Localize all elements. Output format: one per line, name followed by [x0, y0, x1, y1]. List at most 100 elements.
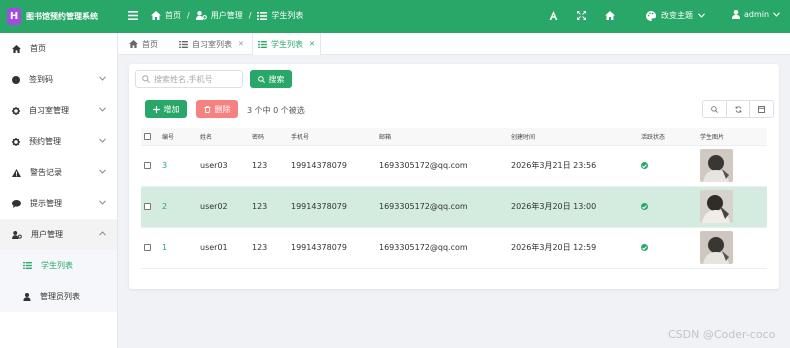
gear-icon	[12, 106, 20, 115]
search-button[interactable]: 搜索	[250, 70, 292, 88]
cell-created: 2026年3月21日 23:56	[508, 145, 638, 187]
theme-switcher[interactable]: 改变主题	[646, 10, 705, 21]
sidebar-item-home[interactable]: 首页	[0, 33, 117, 64]
circle-icon	[12, 75, 20, 84]
sidebar-item-study-room[interactable]: 自习室管理	[0, 95, 117, 126]
cell-active	[638, 145, 697, 187]
refresh-icon[interactable]	[727, 101, 751, 117]
breadcrumb-separator: /	[187, 11, 190, 20]
sidebar-item-notices[interactable]: 提示管理	[0, 188, 117, 219]
table-tools	[702, 100, 774, 118]
cell-password: 123	[249, 227, 288, 269]
column-header-created[interactable]: 创建时间	[508, 128, 638, 146]
cell-created: 2026年3月20日 13:00	[508, 186, 638, 228]
close-icon[interactable]: ✕	[238, 40, 244, 48]
font-size-icon[interactable]	[549, 11, 558, 20]
table-header-row: 编号 姓名 密码 手机号 邮箱 创建时间 活跃状态 学生图片	[141, 128, 767, 146]
search-button-label: 搜索	[268, 74, 285, 84]
breadcrumb-current: 学生列表	[271, 11, 304, 20]
tab-bar: 首页 自习室列表 ✕ 学生列表 ✕	[118, 33, 790, 55]
column-header-phone[interactable]: 手机号	[288, 128, 376, 146]
home-icon[interactable]	[605, 11, 615, 20]
delete-button[interactable]: 删除	[196, 100, 238, 118]
student-photo[interactable]	[700, 231, 733, 264]
table-row[interactable]: 1 user01 123 19914378079 1693305172@qq.c…	[141, 227, 767, 269]
select-all-cell	[141, 128, 159, 146]
breadcrumb-home[interactable]: 首页	[165, 10, 181, 21]
select-all-checkbox[interactable]	[144, 132, 151, 140]
row-select-cell	[141, 145, 159, 187]
gear-icon	[12, 137, 20, 146]
home-icon	[151, 11, 161, 20]
cell-id[interactable]: 3	[159, 145, 197, 187]
table-row[interactable]: 2 user02 123 19914378079 1693305172@qq.c…	[141, 186, 767, 228]
app-title: 图书馆预约管理系统	[26, 12, 98, 21]
search-toggle-icon[interactable]	[703, 101, 727, 117]
cell-phone: 19914378079	[288, 145, 376, 187]
cell-active	[638, 186, 697, 228]
watermark: CSDN @Coder-coco	[668, 328, 776, 341]
cell-email: 1693305172@qq.com	[376, 227, 508, 269]
column-header-name[interactable]: 姓名	[197, 128, 249, 146]
cell-email: 1693305172@qq.com	[376, 186, 508, 228]
search-input[interactable]: 搜索姓名,手机号	[135, 70, 243, 88]
user-icon	[23, 292, 31, 301]
list-icon	[258, 40, 267, 48]
menu-toggle-icon[interactable]	[128, 11, 138, 20]
sidebar-subitem-admin-list[interactable]: 管理员列表	[0, 281, 117, 312]
tab-label: 自习室列表	[192, 39, 232, 49]
sidebar-item-label: 预约管理	[29, 137, 61, 146]
sidebar-item-label: 管理员列表	[40, 292, 80, 301]
sidebar-item-label: 签到码	[29, 75, 53, 84]
main-card: 搜索姓名,手机号 搜索 增加 删除 3 个中 0 个被选 编号 姓名 密码 手机…	[129, 64, 779, 289]
chevron-down-icon	[99, 200, 106, 205]
selection-info: 3 个中 0 个被选	[247, 106, 305, 115]
cell-name: user01	[197, 227, 249, 269]
breadcrumb-user-management[interactable]: 用户管理	[211, 10, 243, 21]
check-circle-icon	[641, 162, 648, 169]
cell-id[interactable]: 2	[159, 186, 197, 228]
check-circle-icon	[641, 203, 648, 210]
row-checkbox[interactable]	[144, 162, 151, 169]
column-header-id[interactable]: 编号	[159, 128, 197, 146]
tab-label: 学生列表	[271, 39, 303, 49]
sidebar-item-reservation[interactable]: 预约管理	[0, 126, 117, 157]
plus-icon	[152, 105, 160, 113]
palette-icon	[646, 10, 656, 21]
tab-home[interactable]: 首页	[124, 33, 163, 55]
warning-icon	[12, 168, 21, 177]
column-header-email[interactable]: 邮箱	[376, 128, 508, 146]
user-menu[interactable]: admin	[732, 10, 780, 19]
row-checkbox[interactable]	[144, 244, 151, 251]
cell-phone: 19914378079	[288, 227, 376, 269]
sidebar-item-label: 提示管理	[30, 199, 62, 208]
tab-study-room-list[interactable]: 自习室列表 ✕	[174, 33, 249, 55]
cell-name: user02	[197, 186, 249, 228]
cell-name: user03	[197, 145, 249, 187]
fullscreen-icon[interactable]	[577, 11, 586, 20]
sidebar-item-warnings[interactable]: 警告记录	[0, 157, 117, 188]
cell-password: 123	[249, 145, 288, 187]
row-checkbox[interactable]	[144, 203, 151, 210]
cell-photo	[697, 145, 767, 187]
column-header-active[interactable]: 活跃状态	[638, 128, 697, 146]
add-button[interactable]: 增加	[145, 100, 187, 118]
user-cog-icon	[12, 230, 22, 239]
cell-phone: 19914378079	[288, 186, 376, 228]
sidebar-item-user-management[interactable]: 用户管理	[0, 219, 117, 250]
chevron-down-icon	[99, 169, 106, 174]
student-photo[interactable]	[700, 149, 733, 182]
chevron-down-icon	[698, 13, 705, 18]
table-row[interactable]: 3 user03 123 19914378079 1693305172@qq.c…	[141, 145, 767, 187]
student-photo[interactable]	[700, 190, 733, 223]
close-icon[interactable]: ✕	[309, 40, 315, 48]
sidebar-subitem-student-list[interactable]: 学生列表	[0, 250, 117, 281]
search-placeholder: 搜索姓名,手机号	[154, 74, 213, 84]
column-header-password[interactable]: 密码	[249, 128, 288, 146]
tab-student-list[interactable]: 学生列表 ✕	[252, 33, 321, 55]
sidebar-item-checkin-code[interactable]: 签到码	[0, 64, 117, 95]
cell-id[interactable]: 1	[159, 227, 197, 269]
chevron-up-icon	[99, 231, 106, 236]
comment-icon	[12, 199, 21, 208]
columns-icon[interactable]	[750, 101, 773, 117]
